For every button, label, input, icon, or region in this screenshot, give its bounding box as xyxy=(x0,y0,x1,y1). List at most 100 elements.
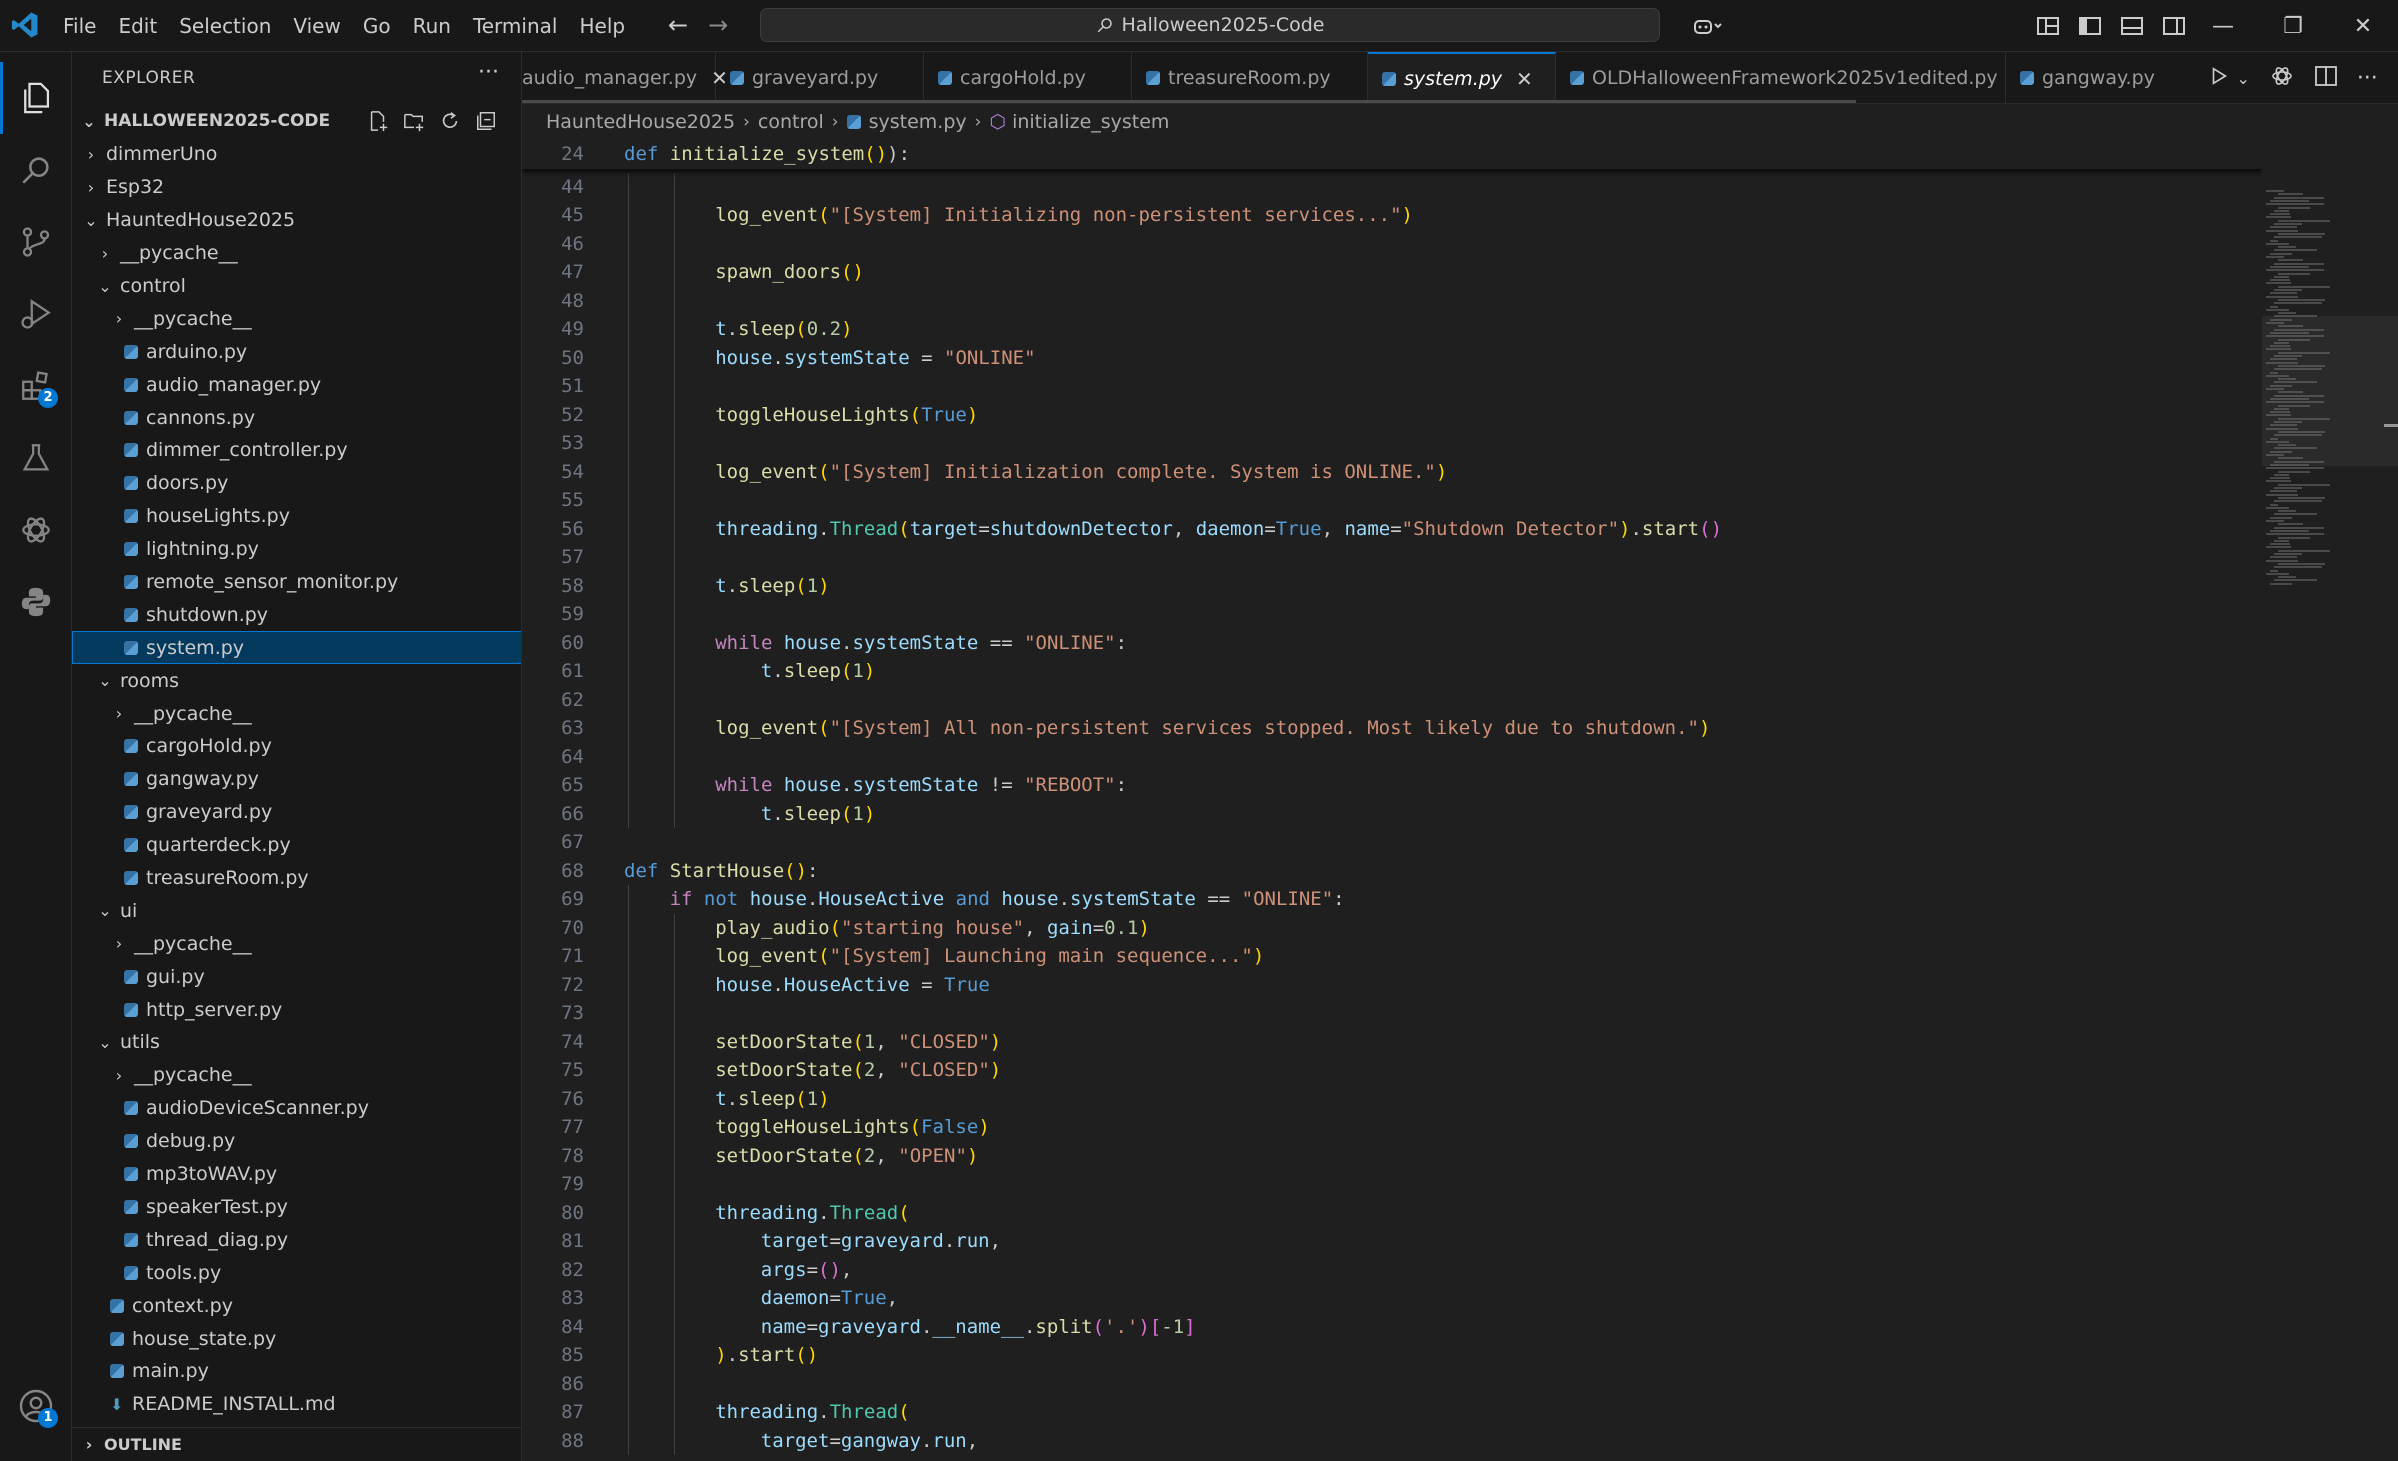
breadcrumb-item[interactable]: system.py xyxy=(869,111,967,133)
menu-selection[interactable]: Selection xyxy=(168,0,282,52)
tree-file[interactable]: ⬇ README_INSTALL.md xyxy=(72,1388,521,1421)
tree-file[interactable]: shutdown.py xyxy=(72,598,521,631)
run-debug-icon[interactable] xyxy=(0,278,72,350)
tree-file[interactable]: house_state.py xyxy=(72,1322,521,1355)
menu-go[interactable]: Go xyxy=(352,0,402,52)
code-line[interactable]: 53 xyxy=(522,429,2262,458)
customize-layout-icon[interactable] xyxy=(2030,8,2066,44)
source-control-icon[interactable] xyxy=(0,206,72,278)
tree-folder[interactable]: › __pycache__ xyxy=(72,697,521,730)
code-line[interactable]: 57 xyxy=(522,543,2262,572)
code-line[interactable]: 77 toggleHouseLights(False) xyxy=(522,1113,2262,1142)
code-line[interactable]: 49 t.sleep(0.2) xyxy=(522,315,2262,344)
tree-file[interactable]: debug.py xyxy=(72,1125,521,1158)
tree-file[interactable]: gui.py xyxy=(72,960,521,993)
tree-folder[interactable]: ⌄ rooms xyxy=(72,664,521,697)
tab-system[interactable]: system.py ✕ xyxy=(1368,52,1556,103)
run-file-icon[interactable] xyxy=(2208,65,2230,91)
tab-graveyard[interactable]: graveyard.py xyxy=(716,52,924,103)
toggle-primary-sidebar-icon[interactable] xyxy=(2072,8,2108,44)
forward-arrow-icon[interactable]: → xyxy=(708,12,728,38)
more-actions-icon[interactable]: ··· xyxy=(2357,66,2378,91)
toggle-panel-icon[interactable] xyxy=(2114,8,2150,44)
breadcrumb-item[interactable]: initialize_system xyxy=(1012,111,1169,133)
tree-file[interactable]: main.py xyxy=(72,1355,521,1388)
collapse-all-icon[interactable] xyxy=(473,108,499,134)
code-line[interactable]: 79 xyxy=(522,1170,2262,1199)
manage-gear-icon[interactable] xyxy=(0,1442,72,1461)
code-line[interactable]: 73 xyxy=(522,999,2262,1028)
code-line[interactable]: 65 while house.systemState != "REBOOT": xyxy=(522,771,2262,800)
restore-icon[interactable]: ❐ xyxy=(2258,0,2328,52)
minimap-viewport[interactable] xyxy=(2262,316,2398,466)
tab-treasureroom[interactable]: treasureRoom.py xyxy=(1132,52,1368,103)
code-line[interactable]: 66 t.sleep(1) xyxy=(522,800,2262,829)
code-line[interactable]: 63 log_event("[System] All non-persistent… xyxy=(522,714,2262,743)
code-line[interactable]: 88 target=gangway.run, xyxy=(522,1427,2262,1456)
search-icon[interactable] xyxy=(0,134,72,206)
code-line[interactable]: 85).start() xyxy=(522,1341,2262,1370)
tree-folder[interactable]: ⌄ control xyxy=(72,270,521,303)
code-line[interactable]: 64 xyxy=(522,743,2262,772)
tree-folder[interactable]: › dimmerUno xyxy=(72,138,521,171)
refresh-icon[interactable] xyxy=(437,108,463,134)
testing-icon[interactable] xyxy=(0,422,72,494)
tree-file[interactable]: audioDeviceScanner.py xyxy=(72,1092,521,1125)
tree-file[interactable]: tools.py xyxy=(72,1256,521,1289)
code-line[interactable]: 56 threading.Thread(target=shutdownDetect… xyxy=(522,515,2262,544)
tree-file[interactable]: mp3toWAV.py xyxy=(72,1158,521,1191)
code-line[interactable]: 74 setDoorState(1, "CLOSED") xyxy=(522,1028,2262,1057)
code-line[interactable]: 82 args=(), xyxy=(522,1256,2262,1285)
code-line[interactable]: 59 xyxy=(522,600,2262,629)
tree-file[interactable]: cannons.py xyxy=(72,401,521,434)
code-line[interactable]: 76 t.sleep(1) xyxy=(522,1085,2262,1114)
tree-folder[interactable]: ⌄ utils xyxy=(72,1026,521,1059)
outline-section-header[interactable]: › OUTLINE xyxy=(72,1427,521,1461)
new-folder-icon[interactable] xyxy=(401,108,427,134)
code-line[interactable]: 72 house.HouseActive = True xyxy=(522,971,2262,1000)
tree-folder[interactable]: › __pycache__ xyxy=(72,237,521,270)
menu-help[interactable]: Help xyxy=(568,0,636,52)
code-line[interactable]: 87 threading.Thread( xyxy=(522,1398,2262,1427)
tree-folder[interactable]: › __pycache__ xyxy=(72,927,521,960)
more-actions-icon[interactable]: ··· xyxy=(478,60,499,85)
breadcrumb-item[interactable]: HauntedHouse2025 xyxy=(546,111,735,133)
tree-file[interactable]: graveyard.py xyxy=(72,796,521,829)
tree-file[interactable]: houseLights.py xyxy=(72,500,521,533)
tree-file[interactable]: system.py xyxy=(72,631,521,665)
tree-folder[interactable]: › Esp32 xyxy=(72,171,521,204)
code-line[interactable]: 58 t.sleep(1) xyxy=(522,572,2262,601)
code-line[interactable]: 81 target=graveyard.run, xyxy=(522,1227,2262,1256)
code-line[interactable]: 50 house.systemState = "ONLINE" xyxy=(522,344,2262,373)
code-line[interactable]: 61 t.sleep(1) xyxy=(522,657,2262,686)
copilot-icon[interactable] xyxy=(1680,8,1736,44)
code-line[interactable]: 86 xyxy=(522,1370,2262,1399)
tab-oldhalloweenframework[interactable]: OLDHalloweenFramework2025v1edited.py xyxy=(1556,52,2006,103)
tree-folder[interactable]: › __pycache__ xyxy=(72,1059,521,1092)
accounts-icon[interactable]: 1 xyxy=(0,1370,72,1442)
tree-file[interactable]: quarterdeck.py xyxy=(72,829,521,862)
code-line[interactable]: 69 if not house.HouseActive and house.sys… xyxy=(522,885,2262,914)
code-line[interactable]: 45 log_event("[System] Initializing non-p… xyxy=(522,201,2262,230)
code-line[interactable]: 55 xyxy=(522,486,2262,515)
tab-audio-manager[interactable]: audio_manager.py ✕ xyxy=(522,52,728,103)
code-line[interactable]: 84 name=graveyard.__name__.split('.')[-1] xyxy=(522,1313,2262,1342)
tab-gangway[interactable]: gangway.py xyxy=(2006,52,2196,103)
chevron-down-icon[interactable]: ⌄ xyxy=(2236,69,2249,88)
tree-file[interactable]: doors.py xyxy=(72,467,521,500)
close-window-icon[interactable]: ✕ xyxy=(2328,0,2398,52)
code-line[interactable]: 51 xyxy=(522,372,2262,401)
tree-file[interactable]: thread_diag.py xyxy=(72,1223,521,1256)
code-line[interactable]: 52 toggleHouseLights(True) xyxy=(522,401,2262,430)
tree-file[interactable]: remote_sensor_monitor.py xyxy=(72,566,521,599)
code-line[interactable]: 70 play_audio("starting house", gain=0.1) xyxy=(522,914,2262,943)
back-arrow-icon[interactable]: ← xyxy=(668,12,688,38)
code-line[interactable]: 54 log_event("[System] Initialization com… xyxy=(522,458,2262,487)
code-line[interactable]: 46 xyxy=(522,230,2262,259)
tree-folder[interactable]: › __pycache__ xyxy=(72,302,521,335)
tree-file[interactable]: treasureRoom.py xyxy=(72,862,521,895)
menu-view[interactable]: View xyxy=(282,0,351,52)
tree-file[interactable]: context.py xyxy=(72,1289,521,1322)
tree-file[interactable]: gangway.py xyxy=(72,763,521,796)
code-line[interactable]: 47 spawn_doors() xyxy=(522,258,2262,287)
